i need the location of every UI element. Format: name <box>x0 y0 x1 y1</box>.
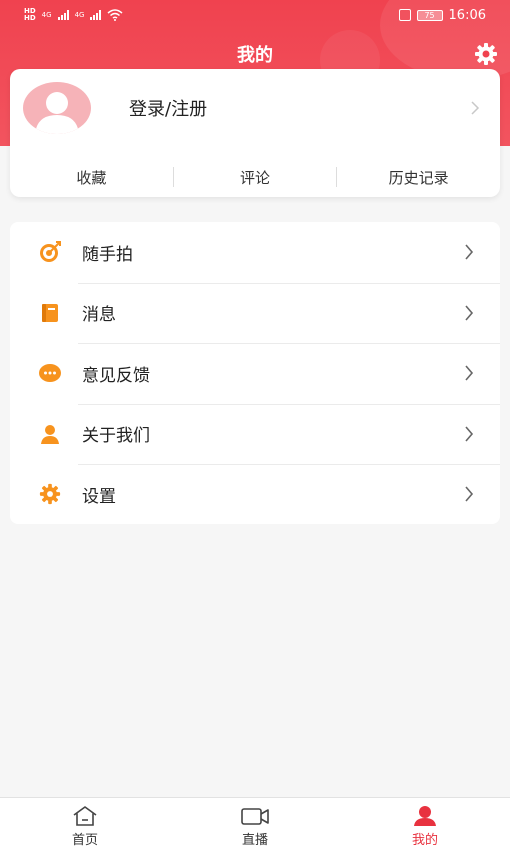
person-icon <box>38 422 62 446</box>
network-type-2: 4G <box>74 11 85 19</box>
status-right: 75 16:06 <box>398 7 486 23</box>
menu-list: 随手拍 消息 意见反馈 关于我们 设置 <box>10 222 500 524</box>
status-bar: HD HD 4G 4G 75 16:06 <box>0 0 510 30</box>
menu-item-feedback[interactable]: 意见反馈 <box>10 343 500 404</box>
signal-icon-2 <box>90 10 102 20</box>
gear-icon <box>38 482 62 506</box>
chevron-right-icon <box>465 486 474 502</box>
wifi-icon <box>107 9 123 21</box>
nav-label: 直播 <box>241 833 268 848</box>
hd-indicator: HD HD <box>24 7 36 22</box>
default-avatar-icon <box>35 92 79 134</box>
chevron-right-icon <box>465 244 474 260</box>
avatar <box>23 82 91 134</box>
login-row[interactable]: 登录/注册 <box>10 69 500 147</box>
nav-mine[interactable]: 我的 <box>340 798 510 850</box>
nav-live[interactable]: 直播 <box>170 798 340 850</box>
menu-item-about-us[interactable]: 关于我们 <box>10 403 500 465</box>
target-icon <box>38 240 62 264</box>
menu-label: 关于我们 <box>82 426 150 447</box>
network-type-1: 4G <box>41 11 52 19</box>
feedback-bubble-icon <box>38 361 62 385</box>
menu-label: 意见反馈 <box>82 365 150 386</box>
battery-icon: 75 <box>416 9 443 21</box>
menu-item-messages[interactable]: 消息 <box>10 282 500 344</box>
menu-item-settings[interactable]: 设置 <box>10 464 500 525</box>
chevron-right-icon <box>465 425 474 442</box>
my-page: HD HD 4G 4G 75 16:06 我的 登录/注册 收藏 评论 历史记录… <box>0 0 510 850</box>
login-register-label: 登录/注册 <box>129 99 208 120</box>
profile-icon <box>414 806 436 826</box>
gear-icon <box>475 43 497 65</box>
settings-button[interactable] <box>473 41 499 67</box>
profile-card: 登录/注册 收藏 评论 历史记录 <box>10 69 500 197</box>
message-book-icon <box>38 301 62 325</box>
nav-label: 我的 <box>411 833 438 848</box>
vibrate-icon <box>398 9 411 21</box>
home-icon <box>73 806 97 826</box>
tab-favorites[interactable]: 收藏 <box>10 167 173 188</box>
menu-item-snapshot[interactable]: 随手拍 <box>10 222 500 283</box>
page-title: 我的 <box>237 45 273 66</box>
chevron-right-icon <box>465 365 474 381</box>
menu-label: 随手拍 <box>82 244 133 265</box>
tab-history[interactable]: 历史记录 <box>337 167 500 188</box>
menu-label: 消息 <box>82 305 116 326</box>
tab-comments[interactable]: 评论 <box>174 167 337 188</box>
quick-tabs: 收藏 评论 历史记录 <box>10 159 500 195</box>
menu-label: 设置 <box>82 486 116 507</box>
chevron-right-icon <box>465 304 474 321</box>
video-camera-icon <box>241 808 269 825</box>
nav-label: 首页 <box>71 833 98 848</box>
status-left: HD HD 4G 4G <box>24 8 123 22</box>
bottom-nav: 首页 直播 我的 <box>0 797 510 850</box>
chevron-right-icon <box>471 101 480 115</box>
clock: 16:06 <box>448 7 486 23</box>
signal-icon <box>57 10 69 20</box>
nav-home[interactable]: 首页 <box>0 798 170 850</box>
